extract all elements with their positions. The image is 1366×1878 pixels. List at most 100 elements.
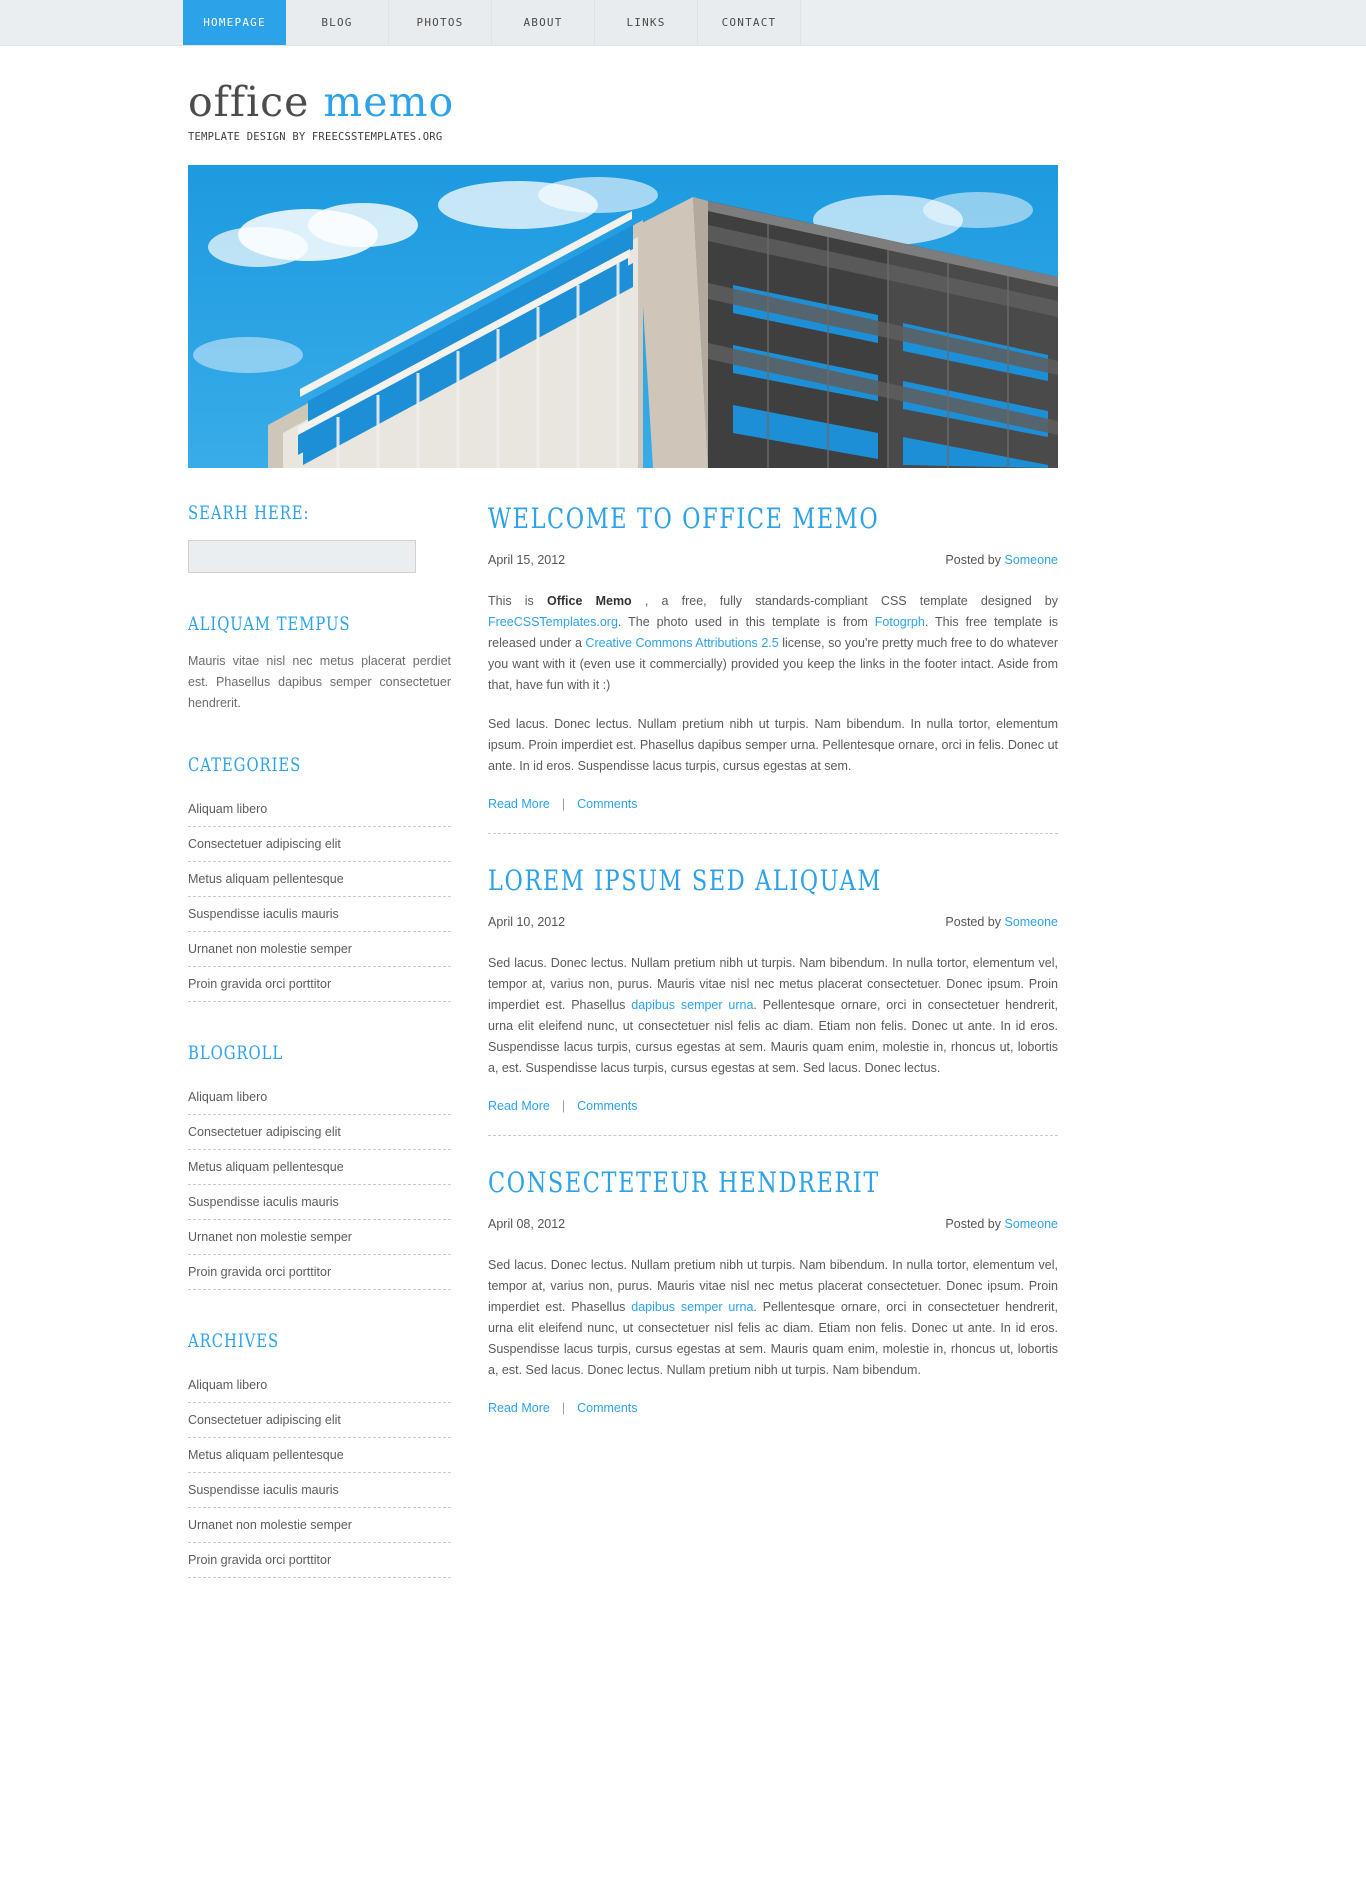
blogroll-list: Aliquam libero Consectetuer adipiscing el… — [188, 1080, 451, 1291]
list-item[interactable]: Aliquam libero — [188, 1368, 451, 1404]
post-author-link[interactable]: Someone — [1004, 915, 1058, 929]
logo-primary-text: office — [188, 78, 310, 126]
nav-item-homepage[interactable]: Homepage — [183, 0, 286, 45]
list-item[interactable]: Suspendisse iaculis mauris — [188, 897, 451, 933]
banner-image — [188, 165, 1058, 469]
action-separator: | — [561, 797, 566, 812]
category-link[interactable]: Urnanet non molestie semper — [188, 942, 352, 956]
freecsstemplates-link[interactable]: FreeCSSTemplates.org — [488, 615, 618, 629]
categories-heading: Categories — [188, 754, 302, 777]
comments-link[interactable]: Comments — [577, 1401, 637, 1415]
list-item[interactable]: Proin gravida orci porttitor — [188, 967, 451, 1003]
list-item[interactable]: Consectetuer adipiscing elit — [188, 1403, 451, 1439]
archive-link[interactable]: Proin gravida orci porttitor — [188, 1553, 331, 1567]
archives-heading: Archives — [188, 1330, 280, 1353]
post-paragraph: Sed lacus. Donec lectus. Nullam pretium … — [488, 956, 1058, 1076]
post-actions: Read More | Comments — [488, 797, 1058, 811]
post-emphasis: Office Memo — [546, 594, 632, 609]
archive-link[interactable]: Metus aliquam pellentesque — [188, 1448, 344, 1462]
list-item[interactable]: Suspendisse iaculis mauris — [188, 1185, 451, 1221]
blogroll-block: Blogroll Aliquam libero Consectetuer adip… — [188, 1042, 453, 1291]
site-logo[interactable]: office memo — [188, 78, 1188, 126]
nav-item-contact[interactable]: Contact — [698, 0, 801, 45]
categories-block: Categories Aliquam libero Consectetuer ad… — [188, 754, 453, 1003]
nav-item-links[interactable]: Links — [595, 0, 698, 45]
post-author-line: Posted by Someone — [945, 915, 1058, 930]
post-meta: April 15, 2012 Posted by Someone — [488, 553, 1058, 567]
list-item[interactable]: Consectetuer adipiscing elit — [188, 1115, 451, 1151]
archive-link[interactable]: Suspendisse iaculis mauris — [188, 1483, 339, 1497]
list-item[interactable]: Proin gravida orci porttitor — [188, 1543, 451, 1579]
post-author-line: Posted by Someone — [945, 1217, 1058, 1232]
list-item[interactable]: Metus aliquam pellentesque — [188, 862, 451, 898]
post-paragraph: This is Office Memo , a free, fully stan… — [488, 594, 1059, 693]
blogroll-link[interactable]: Consectetuer adipiscing elit — [188, 1125, 341, 1139]
fotogrph-link[interactable]: Fotogrph — [875, 615, 925, 629]
category-link[interactable]: Metus aliquam pellentesque — [188, 872, 344, 886]
post-title[interactable]: Lorem Ipsum Sed Aliquam — [488, 864, 944, 897]
sidebar: Searh here: Aliquam Tempus Mauris vitae … — [188, 502, 453, 1618]
list-item[interactable]: Consectetuer adipiscing elit — [188, 827, 451, 863]
post-author-link[interactable]: Someone — [1004, 1217, 1058, 1231]
blogroll-link[interactable]: Suspendisse iaculis mauris — [188, 1195, 339, 1209]
inline-body-link[interactable]: dapibus semper urna — [631, 1300, 753, 1314]
post: Consecteteur Hendrerit April 08, 2012 Post… — [488, 1135, 1058, 1437]
category-link[interactable]: Aliquam libero — [188, 802, 267, 816]
categories-list: Aliquam libero Consectetuer adipiscing el… — [188, 792, 451, 1003]
nav-item-photos[interactable]: Photos — [389, 0, 492, 45]
post-paragraph: Sed lacus. Donec lectus. Nullam pretium … — [488, 717, 1058, 774]
post-date: April 15, 2012 — [488, 553, 566, 568]
post: Lorem Ipsum Sed Aliquam April 10, 2012 Pos… — [488, 833, 1058, 1135]
inline-body-link[interactable]: dapibus semper urna — [631, 998, 753, 1012]
about-text: Mauris vitae nisl nec metus placerat per… — [188, 654, 451, 711]
list-item[interactable]: Metus aliquam pellentesque — [188, 1150, 451, 1186]
archives-block: Archives Aliquam libero Consectetuer adip… — [188, 1330, 453, 1579]
post-actions: Read More | Comments — [488, 1099, 1058, 1113]
archive-link[interactable]: Aliquam libero — [188, 1378, 267, 1392]
logo-accent-text: memo — [323, 78, 455, 126]
list-item[interactable]: Aliquam libero — [188, 792, 451, 828]
archive-link[interactable]: Urnanet non molestie semper — [188, 1518, 352, 1532]
about-block: Aliquam Tempus Mauris vitae nisl nec met… — [188, 613, 453, 714]
post-author-link[interactable]: Someone — [1004, 553, 1058, 567]
comments-link[interactable]: Comments — [577, 797, 637, 811]
list-item[interactable]: Aliquam libero — [188, 1080, 451, 1116]
post-actions: Read More | Comments — [488, 1401, 1058, 1415]
post-author-line: Posted by Someone — [945, 553, 1058, 568]
category-link[interactable]: Proin gravida orci porttitor — [188, 977, 331, 991]
blogroll-link[interactable]: Aliquam libero — [188, 1090, 267, 1104]
post-meta: April 08, 2012 Posted by Someone — [488, 1217, 1058, 1231]
post-title[interactable]: Welcome to Office Memo — [488, 502, 944, 535]
blogroll-link[interactable]: Proin gravida orci porttitor — [188, 1265, 331, 1279]
read-more-link[interactable]: Read More — [488, 797, 550, 811]
nav-item-blog[interactable]: Blog — [286, 0, 389, 45]
list-item[interactable]: Urnanet non molestie semper — [188, 1220, 451, 1256]
main-navigation: Homepage Blog Photos About Links Contact — [0, 0, 1366, 46]
site-tagline: Template Design by FreeCSSTemplates.org — [188, 131, 443, 144]
category-link[interactable]: Consectetuer adipiscing elit — [188, 837, 341, 851]
post-title[interactable]: Consecteteur Hendrerit — [488, 1166, 944, 1199]
list-item[interactable]: Urnanet non molestie semper — [188, 932, 451, 968]
list-item[interactable]: Urnanet non molestie semper — [188, 1508, 451, 1544]
list-item[interactable]: Metus aliquam pellentesque — [188, 1438, 451, 1474]
nav-item-about[interactable]: About — [492, 0, 595, 45]
blogroll-link[interactable]: Metus aliquam pellentesque — [188, 1160, 344, 1174]
blogroll-link[interactable]: Urnanet non molestie semper — [188, 1230, 352, 1244]
office-building-illustration — [188, 165, 1058, 469]
post-paragraph: Sed lacus. Donec lectus. Nullam pretium … — [488, 1258, 1058, 1378]
read-more-link[interactable]: Read More — [488, 1099, 550, 1113]
read-more-link[interactable]: Read More — [488, 1401, 550, 1415]
post-date: April 10, 2012 — [488, 915, 566, 930]
search-input[interactable] — [188, 540, 416, 574]
action-separator: | — [561, 1099, 566, 1114]
list-item[interactable]: Proin gravida orci porttitor — [188, 1255, 451, 1291]
archive-link[interactable]: Consectetuer adipiscing elit — [188, 1413, 341, 1427]
comments-link[interactable]: Comments — [577, 1099, 637, 1113]
post-meta: April 10, 2012 Posted by Someone — [488, 915, 1058, 929]
license-link[interactable]: Creative Commons Attributions 2.5 — [585, 636, 778, 650]
about-heading: Aliquam Tempus — [188, 613, 351, 636]
list-item[interactable]: Suspendisse iaculis mauris — [188, 1473, 451, 1509]
category-link[interactable]: Suspendisse iaculis mauris — [188, 907, 339, 921]
post-date: April 08, 2012 — [488, 1217, 566, 1232]
search-block: Searh here: — [188, 502, 453, 574]
